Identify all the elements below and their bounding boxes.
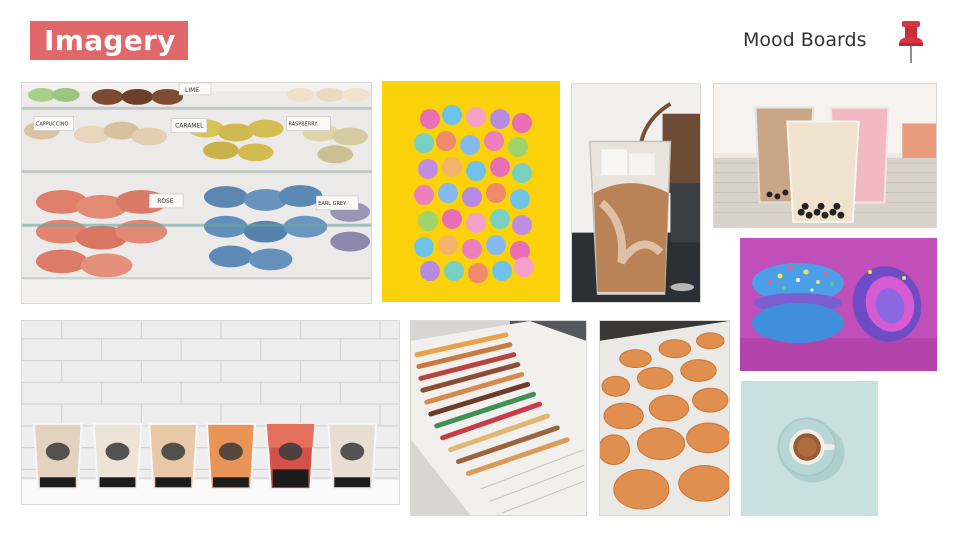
macaron-production-line-photo <box>410 320 587 516</box>
coffee-cup-topview-photo <box>741 381 878 516</box>
slide-subtitle: Mood Boards <box>743 29 867 51</box>
label-cappuccino: CAPPUCCINO <box>36 122 69 128</box>
label-earl-grey: EARL GREY <box>318 201 347 207</box>
pushpin-icon <box>899 21 923 63</box>
macaron-display-case-photo: LIME CAPPUCCINO CARAMEL RASPBERRY ROSE E… <box>21 82 372 304</box>
label-caramel: CARAMEL <box>175 123 204 130</box>
label-rose: ROSE <box>157 198 174 205</box>
slide-title: Imagery <box>30 21 188 60</box>
galaxy-macarons-purple-photo <box>740 238 937 371</box>
bubble-tea-cups-photo <box>713 83 937 228</box>
label-raspberry: RASPBERRY <box>288 122 318 128</box>
boba-cups-row-photo <box>21 320 400 505</box>
rainbow-macarons-yellow-photo <box>382 81 560 302</box>
iced-coffee-pour-photo <box>571 83 701 303</box>
label-lime: LIME <box>185 87 199 94</box>
macaron-shells-tray-photo <box>599 320 730 516</box>
